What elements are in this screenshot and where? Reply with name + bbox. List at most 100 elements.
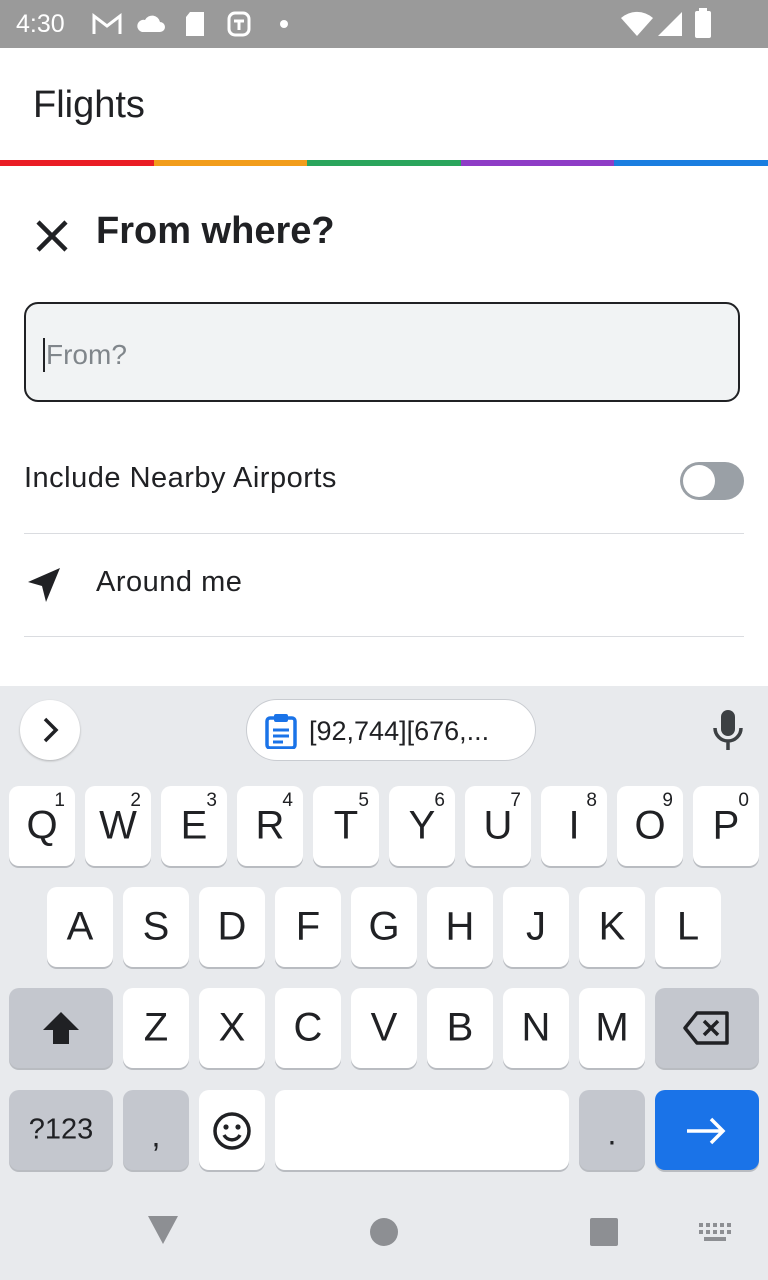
key-label: E [180,803,208,848]
divider [24,636,744,637]
dot-icon [280,20,288,28]
key-label: S [142,904,170,949]
key-q[interactable]: Q1 [9,786,75,866]
key-x[interactable]: X [199,988,265,1068]
accessibility-icon [227,11,251,37]
key-number-hint: 2 [130,790,141,811]
key-label: C [293,1005,323,1050]
clipboard-icon [265,714,297,749]
key-label: A [66,904,94,949]
key-r[interactable]: R4 [237,786,303,866]
recents-icon[interactable] [588,1216,620,1248]
stripe-segment-green [307,160,461,166]
signal-icon [658,12,682,36]
key-label: Q [26,803,58,848]
backspace-key[interactable] [655,988,759,1068]
chevron-right-icon [43,717,59,743]
nearby-airports-toggle[interactable] [680,462,744,500]
key-u[interactable]: U7 [465,786,531,866]
key-label: D [217,904,247,949]
key-label: M [595,1005,629,1050]
enter-key[interactable] [655,1090,759,1170]
key-label: X [218,1005,246,1050]
key-label: R [255,803,285,848]
from-field[interactable] [24,302,740,402]
key-label: Z [143,1005,169,1050]
home-icon[interactable] [368,1216,400,1248]
key-number-hint: 3 [206,790,217,811]
key-z[interactable]: Z [123,988,189,1068]
key-number-hint: 6 [434,790,445,811]
key-c[interactable]: C [275,988,341,1068]
back-icon[interactable] [146,1214,180,1246]
comma-key-label: , [151,1117,161,1154]
key-number-hint: 7 [510,790,521,811]
toggle-knob [683,465,715,497]
period-key[interactable]: . [579,1090,645,1170]
key-n[interactable]: N [503,988,569,1068]
key-label: U [483,803,513,848]
key-a[interactable]: A [47,887,113,967]
key-label: F [295,904,321,949]
status-bar: 4:30 [0,0,768,48]
nearby-airports-label: Include Nearby Airports [24,462,337,494]
close-icon[interactable] [30,214,74,258]
arrow-right-icon [687,1117,726,1145]
symbols-key[interactable]: ?123 [9,1090,113,1170]
key-l[interactable]: L [655,887,721,967]
comma-key[interactable]: , [123,1090,189,1170]
key-number-hint: 1 [54,790,65,811]
keyboard-switch-icon[interactable] [698,1222,732,1242]
around-me-option[interactable]: Around me [96,566,242,599]
key-b[interactable]: B [427,988,493,1068]
microphone-icon[interactable] [710,708,746,752]
key-w[interactable]: W2 [85,786,151,866]
period-key-label: . [607,1115,617,1152]
shift-key[interactable] [9,988,113,1068]
key-label: P [712,803,740,848]
key-f[interactable]: F [275,887,341,967]
key-number-hint: 4 [282,790,293,811]
key-label: T [333,803,359,848]
key-d[interactable]: D [199,887,265,967]
key-label: B [446,1005,474,1050]
divider [24,533,744,534]
key-number-hint: 9 [662,790,673,811]
text-cursor [43,338,45,372]
sd-card-icon [186,12,204,36]
backspace-icon [683,1011,729,1045]
shift-icon [43,1012,79,1044]
emoji-icon [213,1112,251,1150]
key-label: O [634,803,666,848]
key-h[interactable]: H [427,887,493,967]
key-e[interactable]: E3 [161,786,227,866]
navigation-arrow-icon [28,568,60,602]
key-v[interactable]: V [351,988,417,1068]
key-k[interactable]: K [579,887,645,967]
key-m[interactable]: M [579,988,645,1068]
status-time: 4:30 [16,10,65,38]
key-s[interactable]: S [123,887,189,967]
space-key[interactable] [275,1090,569,1170]
keyboard-expand-button[interactable] [20,700,80,760]
stripe-segment-orange [154,160,307,166]
dialog-title: From where? [96,210,335,252]
emoji-key[interactable] [199,1090,265,1170]
stripe-segment-blue [614,160,768,166]
from-input[interactable] [44,332,708,378]
key-label: I [568,803,580,848]
key-i[interactable]: I8 [541,786,607,866]
key-y[interactable]: Y6 [389,786,455,866]
wifi-icon [621,11,653,37]
key-g[interactable]: G [351,887,417,967]
key-label: W [99,803,137,848]
key-label: L [676,904,700,949]
clipboard-suggestion[interactable]: [92,744][676,... [246,699,536,761]
battery-icon [695,8,711,38]
key-p[interactable]: P0 [693,786,759,866]
key-t[interactable]: T5 [313,786,379,866]
keyboard [0,686,768,1280]
key-o[interactable]: O9 [617,786,683,866]
gmail-icon [92,12,122,34]
key-j[interactable]: J [503,887,569,967]
